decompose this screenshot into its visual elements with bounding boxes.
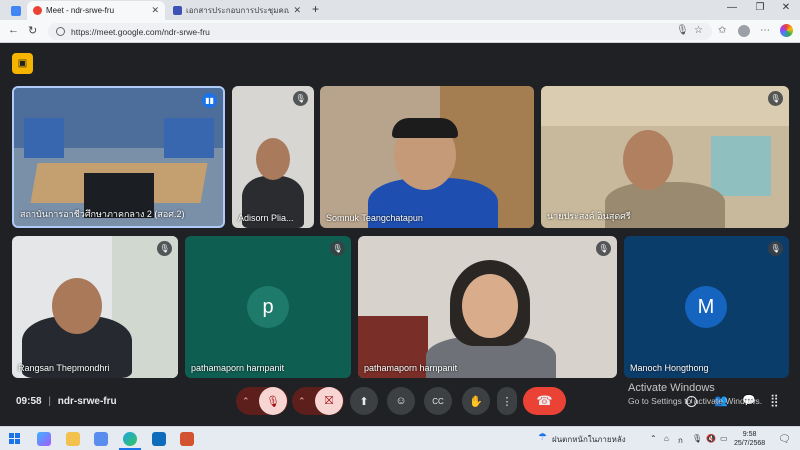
clock-date: 25/7/2568 xyxy=(734,440,766,447)
participant-hair xyxy=(392,118,458,138)
mic-tray-icon[interactable]: 🎙 xyxy=(692,434,702,443)
powerpoint-icon[interactable] xyxy=(180,432,194,446)
participant-face xyxy=(462,274,518,338)
close-tab-icon[interactable]: ✕ xyxy=(151,5,159,16)
tab-strip: Meet - ndr-srwe-fru ✕ เอกสารประกอบการประ… xyxy=(0,0,800,20)
camera-toggle-button[interactable]: ⛝ xyxy=(315,387,343,415)
more-options-icon[interactable]: ⋯ xyxy=(760,25,770,36)
minimize-icon[interactable]: — xyxy=(722,2,742,13)
participant-face xyxy=(256,138,290,180)
tab-title: เอกสารประกอบการประชุมคณะกรรมก xyxy=(186,6,290,15)
new-tab-icon[interactable]: + xyxy=(312,2,319,16)
participant-name: Manoch Hongthong xyxy=(630,363,709,373)
recording-icon xyxy=(33,6,42,15)
notifications-icon[interactable]: 🗨 xyxy=(778,434,791,445)
tab-title: Meet - ndr-srwe-fru xyxy=(46,6,115,15)
copilot-icon[interactable] xyxy=(780,24,793,37)
mic-off-icon: 🎙 xyxy=(768,241,783,256)
mic-off-icon: 🎙 xyxy=(330,241,345,256)
participant-tile[interactable]: 🎙 Rangsan Thepmondhri xyxy=(12,236,178,378)
address-bar: ← ↻ https://meet.google.com/ndr-srwe-fru… xyxy=(0,20,800,43)
url-input[interactable]: https://meet.google.com/ndr-srwe-fru xyxy=(48,23,712,40)
participant-name: Adisorn Plia... xyxy=(238,213,294,223)
room-curtain xyxy=(164,118,214,158)
weather-text[interactable]: ฝนตกหนักในภายหลัง xyxy=(552,433,626,446)
captions-button[interactable]: CC xyxy=(424,387,452,415)
clock-time: 9:58 xyxy=(742,431,757,438)
meeting-time: 09:58 xyxy=(16,396,42,407)
back-icon[interactable]: ← xyxy=(8,24,19,36)
participant-avatar: p xyxy=(247,286,289,328)
room-curtain xyxy=(24,118,64,158)
activate-subtitle: Go to Settings to activate Windows. xyxy=(628,396,763,406)
taskbar: ☂ ฝนตกหนักในภายหลัง ⌃ ⌂ ก 🎙 🔇 ▭ 9:58 25/… xyxy=(0,426,800,450)
participant-tile[interactable]: M 🎙 Manoch Hongthong xyxy=(624,236,789,378)
participant-tile[interactable]: 🎙 นายประสงค์ อินสุดศรี xyxy=(541,86,789,228)
battery-icon[interactable]: ▭ xyxy=(720,434,728,443)
refresh-icon[interactable]: ↻ xyxy=(28,24,37,37)
microphone-toggle-button[interactable]: 🎙 xyxy=(259,387,287,415)
participant-tile[interactable]: 🎙 Adisorn Plia... xyxy=(232,86,314,228)
camera-options-chevron-icon[interactable]: ⌃ xyxy=(298,396,306,407)
tab-document[interactable]: เอกสารประกอบการประชุมคณะกรรมก ✕ xyxy=(167,1,307,20)
participant-tile[interactable]: 🎙 pathamaporn harnpanit xyxy=(358,236,617,378)
present-screen-button[interactable]: ⬆ xyxy=(350,387,378,415)
mic-off-icon: 🎙 xyxy=(768,91,783,106)
volume-icon[interactable]: 🔇 xyxy=(706,434,716,443)
mic-options-chevron-icon[interactable]: ⌃ xyxy=(242,396,250,407)
participant-tile[interactable]: ▮▮ สถาบันการอาชีวศึกษาภาคกลาง 2 (สอศ.2) xyxy=(12,86,225,228)
participant-name: Somnuk Teangchatapun xyxy=(326,213,423,223)
participant-tile[interactable]: Somnuk Teangchatapun xyxy=(320,86,534,228)
ceiling xyxy=(541,86,789,126)
outlook-icon[interactable] xyxy=(152,432,166,446)
participant-face xyxy=(52,278,102,334)
participant-tile[interactable]: p 🎙 pathamaporn harnpanit xyxy=(185,236,351,378)
meeting-code: ndr-srwe-fru xyxy=(57,396,117,407)
activate-windows-watermark: Activate Windows Go to Settings to activ… xyxy=(628,382,762,406)
presentation-badge-icon[interactable]: ▣ xyxy=(12,53,33,74)
separator: | xyxy=(48,396,51,407)
tab-meet[interactable]: Meet - ndr-srwe-fru ✕ xyxy=(27,1,165,20)
participant-name: Rangsan Thepmondhri xyxy=(18,363,110,373)
close-tab-icon[interactable]: ✕ xyxy=(293,5,301,16)
speaking-indicator-icon: ▮▮ xyxy=(202,93,217,108)
participant-name: สถาบันการอาชีวศึกษาภาคกลาง 2 (สอศ.2) xyxy=(20,209,185,219)
language-icon[interactable]: ก xyxy=(678,434,683,447)
file-explorer-icon[interactable] xyxy=(66,432,80,446)
tray-chevron-icon[interactable]: ⌃ xyxy=(650,434,657,443)
mic-off-icon: 🎙 xyxy=(157,241,172,256)
emoji-reaction-button[interactable]: ☺ xyxy=(387,387,415,415)
activities-icon[interactable]: ⣿ xyxy=(770,393,779,407)
maximize-icon[interactable]: ❐ xyxy=(750,2,770,13)
more-options-button[interactable]: ⋮ xyxy=(497,387,517,415)
leave-call-button[interactable]: ☎ xyxy=(523,387,566,415)
raise-hand-button[interactable]: ✋ xyxy=(462,387,490,415)
mic-off-icon: 🎙 xyxy=(596,241,611,256)
url-text: https://meet.google.com/ndr-srwe-fru xyxy=(71,26,210,37)
site-info-icon[interactable] xyxy=(56,27,65,36)
participant-face xyxy=(623,130,673,190)
participant-name: นายประสงค์ อินสุดศรี xyxy=(547,211,631,221)
participant-name: pathamaporn harnpanit xyxy=(364,363,458,373)
document-favicon-icon xyxy=(173,6,182,15)
meeting-info: 09:58 | ndr-srwe-fru xyxy=(16,396,117,407)
participant-name: pathamaporn harnpanit xyxy=(191,363,285,373)
system-clock[interactable]: 9:58 25/7/2568 xyxy=(734,430,765,448)
start-icon[interactable] xyxy=(9,433,20,444)
profile-avatar[interactable] xyxy=(738,25,750,37)
network-icon[interactable]: ⌂ xyxy=(664,434,669,443)
close-window-icon[interactable]: ✕ xyxy=(776,2,796,13)
edge-icon[interactable] xyxy=(123,432,137,446)
participant-avatar: M xyxy=(685,286,727,328)
favorite-star-icon[interactable]: ☆ xyxy=(694,25,703,36)
tab-actions-icon[interactable] xyxy=(8,1,24,20)
weather-icon[interactable]: ☂ xyxy=(538,432,547,443)
collections-icon[interactable]: ✩ xyxy=(718,25,726,36)
copilot-icon[interactable] xyxy=(37,432,51,446)
store-icon[interactable] xyxy=(94,432,108,446)
mic-off-icon: 🎙 xyxy=(293,91,308,106)
mic-permission-icon[interactable]: 🎙 xyxy=(676,25,689,36)
window xyxy=(711,136,771,196)
activate-title: Activate Windows xyxy=(628,382,715,394)
